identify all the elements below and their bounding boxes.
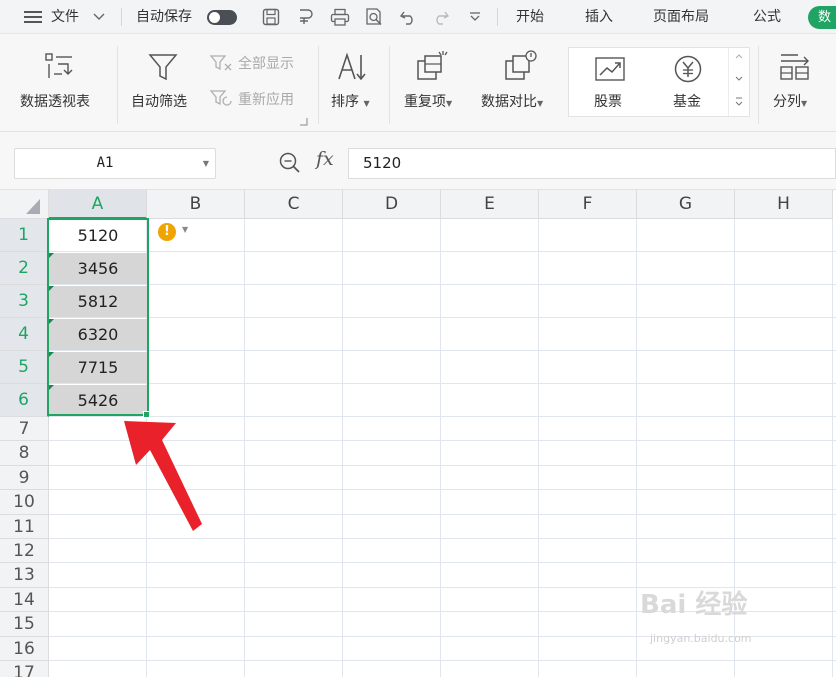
- redo-icon: [436, 11, 450, 25]
- quick-access-more-icon[interactable]: [469, 12, 481, 22]
- data-compare-icon[interactable]: [503, 49, 537, 83]
- data-compare-button[interactable]: 数据对比▼: [481, 91, 543, 111]
- name-box[interactable]: A1 ▼: [14, 148, 216, 179]
- fund-yen-icon[interactable]: [673, 54, 703, 84]
- zoom-formula-icon[interactable]: [279, 152, 301, 174]
- menu-bar: 文件 自动保存 开始 插入 页面布局 公式 数: [0, 0, 836, 34]
- reapply-icon: [209, 90, 232, 106]
- print-icon[interactable]: [330, 8, 350, 26]
- stock-chart-icon[interactable]: [594, 56, 626, 82]
- tab-home[interactable]: 开始: [516, 0, 544, 34]
- fund-button[interactable]: 基金: [673, 91, 701, 111]
- watermark-url: jingyan.baidu.com: [650, 632, 752, 645]
- watermark-logo-text: Bai 经验: [640, 590, 748, 620]
- sort-icon[interactable]: [336, 51, 368, 83]
- show-all-icon: [209, 55, 232, 71]
- divider: [318, 46, 319, 124]
- dropdown-arrow-icon: ▼: [363, 99, 370, 108]
- divider: [497, 8, 498, 26]
- fx-icon[interactable]: fx: [316, 148, 334, 170]
- duplicates-icon[interactable]: [415, 49, 449, 83]
- gallery-scroll-arrows[interactable]: [734, 52, 744, 112]
- duplicates-label: 重复项: [404, 94, 446, 110]
- export-pdf-icon[interactable]: [296, 8, 314, 26]
- split-column-label: 分列: [773, 94, 801, 110]
- save-icon[interactable]: [262, 8, 280, 26]
- chevron-down-icon[interactable]: [93, 13, 105, 21]
- tab-page-layout[interactable]: 页面布局: [653, 0, 709, 34]
- baidu-watermark-logo: Bai 经验 jingyan.baidu.com: [640, 584, 830, 654]
- spreadsheet-grid: ABCDEFGH 1 2 3 4 5 6 7 8 9 10 11 12 13 14 15 16 17 5120 3…: [0, 190, 836, 677]
- reapply-button: 重新应用: [238, 92, 294, 108]
- dropdown-arrow-icon: ▼: [446, 99, 453, 108]
- divider: [117, 46, 118, 124]
- sort-label: 排序: [331, 94, 359, 110]
- autosave-toggle[interactable]: [207, 10, 237, 25]
- duplicates-button[interactable]: 重复项▼: [404, 91, 452, 111]
- sort-button[interactable]: 排序 ▼: [331, 91, 370, 111]
- tab-formulas[interactable]: 公式: [753, 0, 781, 34]
- formula-input[interactable]: 5120: [348, 148, 836, 179]
- filter-icon[interactable]: [148, 52, 178, 82]
- name-box-value[interactable]: A1: [15, 149, 195, 178]
- split-column-icon[interactable]: [778, 51, 812, 83]
- ribbon: 数据透视表 自动筛选 全部显示 重新应用 排序 ▼ 重复项▼ 数据对比▼ 股票 …: [0, 34, 836, 132]
- data-compare-label: 数据对比: [481, 94, 537, 110]
- divider: [121, 8, 122, 26]
- undo-icon[interactable]: [399, 9, 417, 25]
- file-menu[interactable]: 文件: [51, 0, 79, 34]
- hamburger-icon[interactable]: [24, 10, 42, 24]
- print-preview-icon[interactable]: [364, 7, 384, 27]
- dropdown-arrow-icon: ▼: [801, 99, 808, 108]
- stock-button[interactable]: 股票: [594, 91, 622, 111]
- show-all-button: 全部显示: [238, 56, 294, 72]
- dropdown-arrow-icon[interactable]: ▼: [203, 149, 209, 178]
- tab-insert[interactable]: 插入: [585, 0, 613, 34]
- formula-bar: A1 ▼ fx 5120: [0, 132, 836, 190]
- pivot-table-icon[interactable]: [44, 52, 76, 80]
- tab-data-active[interactable]: 数: [808, 6, 836, 29]
- dropdown-arrow-icon: ▼: [537, 99, 544, 108]
- auto-filter-button[interactable]: 自动筛选: [131, 91, 187, 111]
- pivot-table-button[interactable]: 数据透视表: [20, 91, 90, 111]
- autosave-label: 自动保存: [136, 9, 192, 25]
- divider: [389, 46, 390, 124]
- dialog-launcher-icon[interactable]: [300, 118, 308, 126]
- divider: [758, 46, 759, 124]
- split-column-button[interactable]: 分列▼: [773, 91, 807, 111]
